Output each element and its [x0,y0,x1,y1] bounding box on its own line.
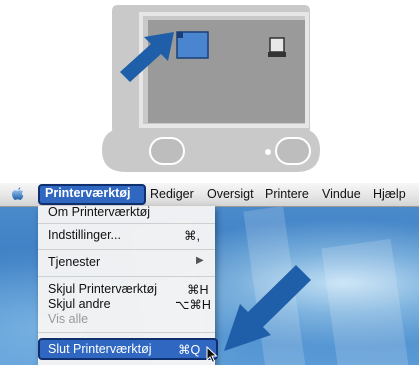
menu-item-slut-printervaerktoej[interactable]: Slut Printerværktøj [48,342,152,356]
mouse-cursor-icon [206,346,218,364]
menu-item-om[interactable]: Om Printerværktøj [48,205,150,219]
monitor-left-speaker [149,137,185,165]
menu-item-vis-alle: Vis alle [48,312,89,326]
desktop-streak [321,238,409,365]
hard-disk-base [268,52,286,57]
menu-printere[interactable]: Printere [265,187,309,201]
menu-separator [38,223,215,224]
shortcut-indstillinger: ⌘, [184,229,200,243]
menu-item-skjul-printervaerktoej[interactable]: Skjul Printerværktøj [48,282,157,296]
menu-vindue[interactable]: Vindue [322,187,361,201]
apple-icon[interactable] [9,186,27,204]
menu-oversigt[interactable]: Oversigt [207,187,254,201]
menu-separator [38,276,215,277]
app-menu-printervaerktoej[interactable]: Printerværktøj [45,186,130,200]
menu-separator [38,249,215,250]
shortcut-skjul-andre: ⌥⌘H [175,298,211,312]
pointer-arrow-icon [224,265,311,351]
menu-separator [38,332,215,333]
menu-hjaelp[interactable]: Hjælp [373,187,406,201]
menu-item-tjenester[interactable]: Tjenester [48,255,100,269]
printer-window-titlebar [177,32,183,38]
hard-disk-icon [269,37,285,53]
menu-rediger[interactable]: Rediger [150,187,194,201]
monitor-illustration [102,5,320,172]
monitor-power-dot [265,149,271,155]
submenu-chevron-icon: ▶ [196,255,204,266]
menu-item-skjul-andre[interactable]: Skjul andre [48,297,111,311]
shortcut-skjul: ⌘H [187,283,209,297]
monitor-right-speaker [275,137,311,165]
menu-bar: Printerværktøj Rediger Oversigt Printere… [0,183,419,207]
shortcut-slut: ⌘Q [178,343,201,357]
menu-screenshot: Printerværktøj Rediger Oversigt Printere… [0,183,419,365]
menu-item-indstillinger[interactable]: Indstillinger... [48,228,121,242]
